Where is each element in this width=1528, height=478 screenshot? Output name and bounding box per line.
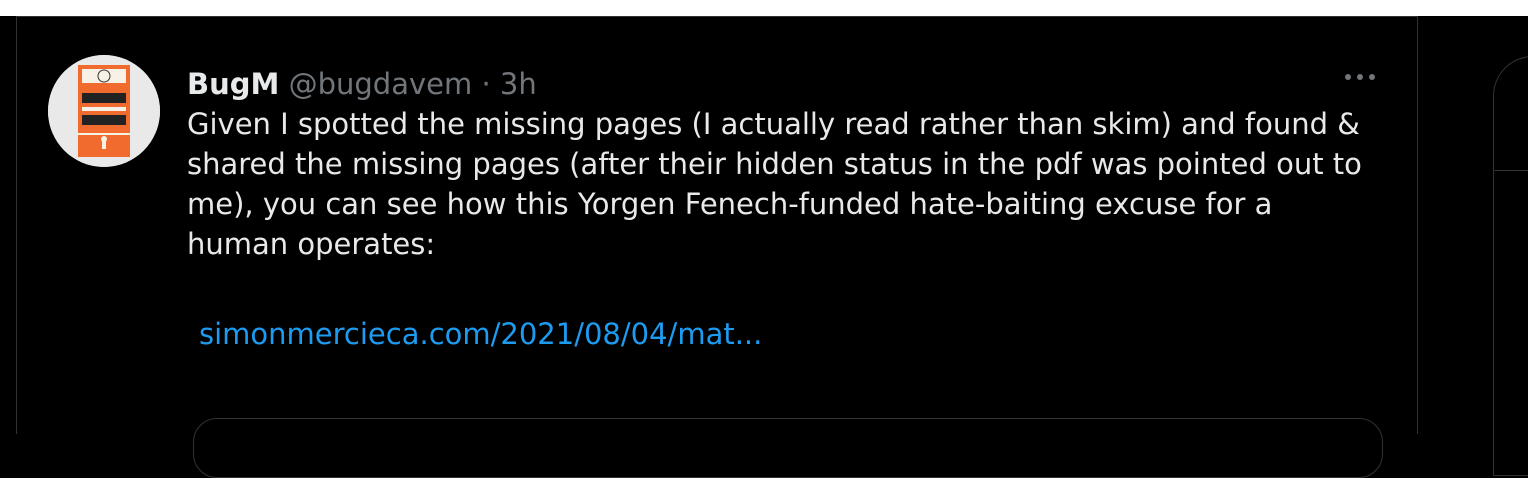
header-separator: · — [481, 67, 491, 101]
tweet-text: Given I spotted the missing pages (I act… — [187, 107, 1362, 261]
sidebar-divider — [1494, 170, 1528, 171]
author-handle[interactable]: @bugdavem — [289, 67, 473, 101]
sidebar-panel — [1493, 56, 1528, 476]
tweet-header: BugM @bugdavem · 3h — [187, 64, 1387, 104]
tweet-timestamp[interactable]: 3h — [500, 67, 537, 101]
book-cover-icon — [48, 55, 160, 167]
tweet-link[interactable]: simonmercieca.com/2021/08/04/mat... — [199, 314, 1387, 354]
tweet-body: BugM @bugdavem · 3h Given I spotted the … — [187, 64, 1387, 354]
avatar[interactable] — [48, 55, 160, 167]
link-preview-card[interactable] — [193, 418, 1383, 478]
top-strip — [0, 0, 1528, 16]
author-name[interactable]: BugM — [187, 67, 279, 101]
